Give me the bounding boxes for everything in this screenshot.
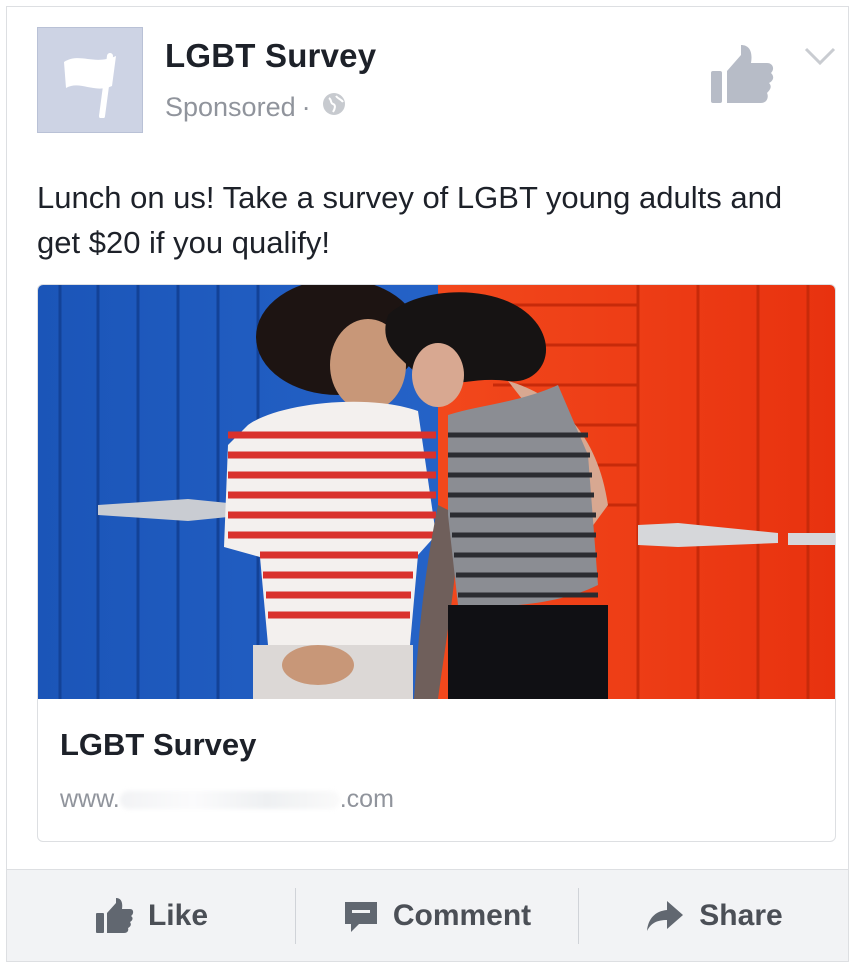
share-button[interactable]: Share: [579, 870, 849, 962]
like-label: Like: [147, 899, 209, 932]
ad-photo: [38, 285, 835, 699]
link-title[interactable]: LGBT Survey: [60, 727, 256, 763]
globe-icon: [321, 91, 347, 124]
redacted-domain: [119, 791, 340, 810]
page-avatar[interactable]: [37, 27, 143, 133]
chevron-down-icon: [804, 47, 836, 66]
link-url-suffix: .com: [339, 785, 394, 813]
link-url[interactable]: www. .com: [60, 785, 394, 814]
comment-label: Comment: [392, 899, 532, 932]
share-label: Share: [699, 899, 783, 932]
comment-button[interactable]: Comment: [296, 870, 578, 962]
comment-icon: [344, 902, 377, 932]
thumbs-up-icon: [711, 45, 774, 103]
link-url-prefix: www.: [60, 785, 120, 813]
sponsored-post-card: LGBT Survey Sponsored · Lunch on us! Tak…: [6, 6, 849, 962]
post-message: Lunch on us! Take a survey of LGBT young…: [37, 180, 783, 260]
post-action-bar: Like Comment Share: [7, 869, 848, 961]
thumbs-up-icon: [95, 898, 134, 933]
like-button[interactable]: Like: [7, 870, 295, 962]
meta-separator: ·: [301, 92, 311, 122]
sponsored-label[interactable]: Sponsored: [165, 92, 296, 123]
like-page-button[interactable]: [707, 41, 777, 107]
share-arrow-icon: [647, 901, 684, 931]
link-preview-card[interactable]: LGBT Survey www. .com: [37, 284, 836, 842]
page-name-link[interactable]: LGBT Survey: [165, 37, 376, 75]
flag-icon: [64, 53, 116, 118]
post-meta: Sponsored ·: [165, 91, 347, 124]
post-options-button[interactable]: [803, 45, 837, 67]
